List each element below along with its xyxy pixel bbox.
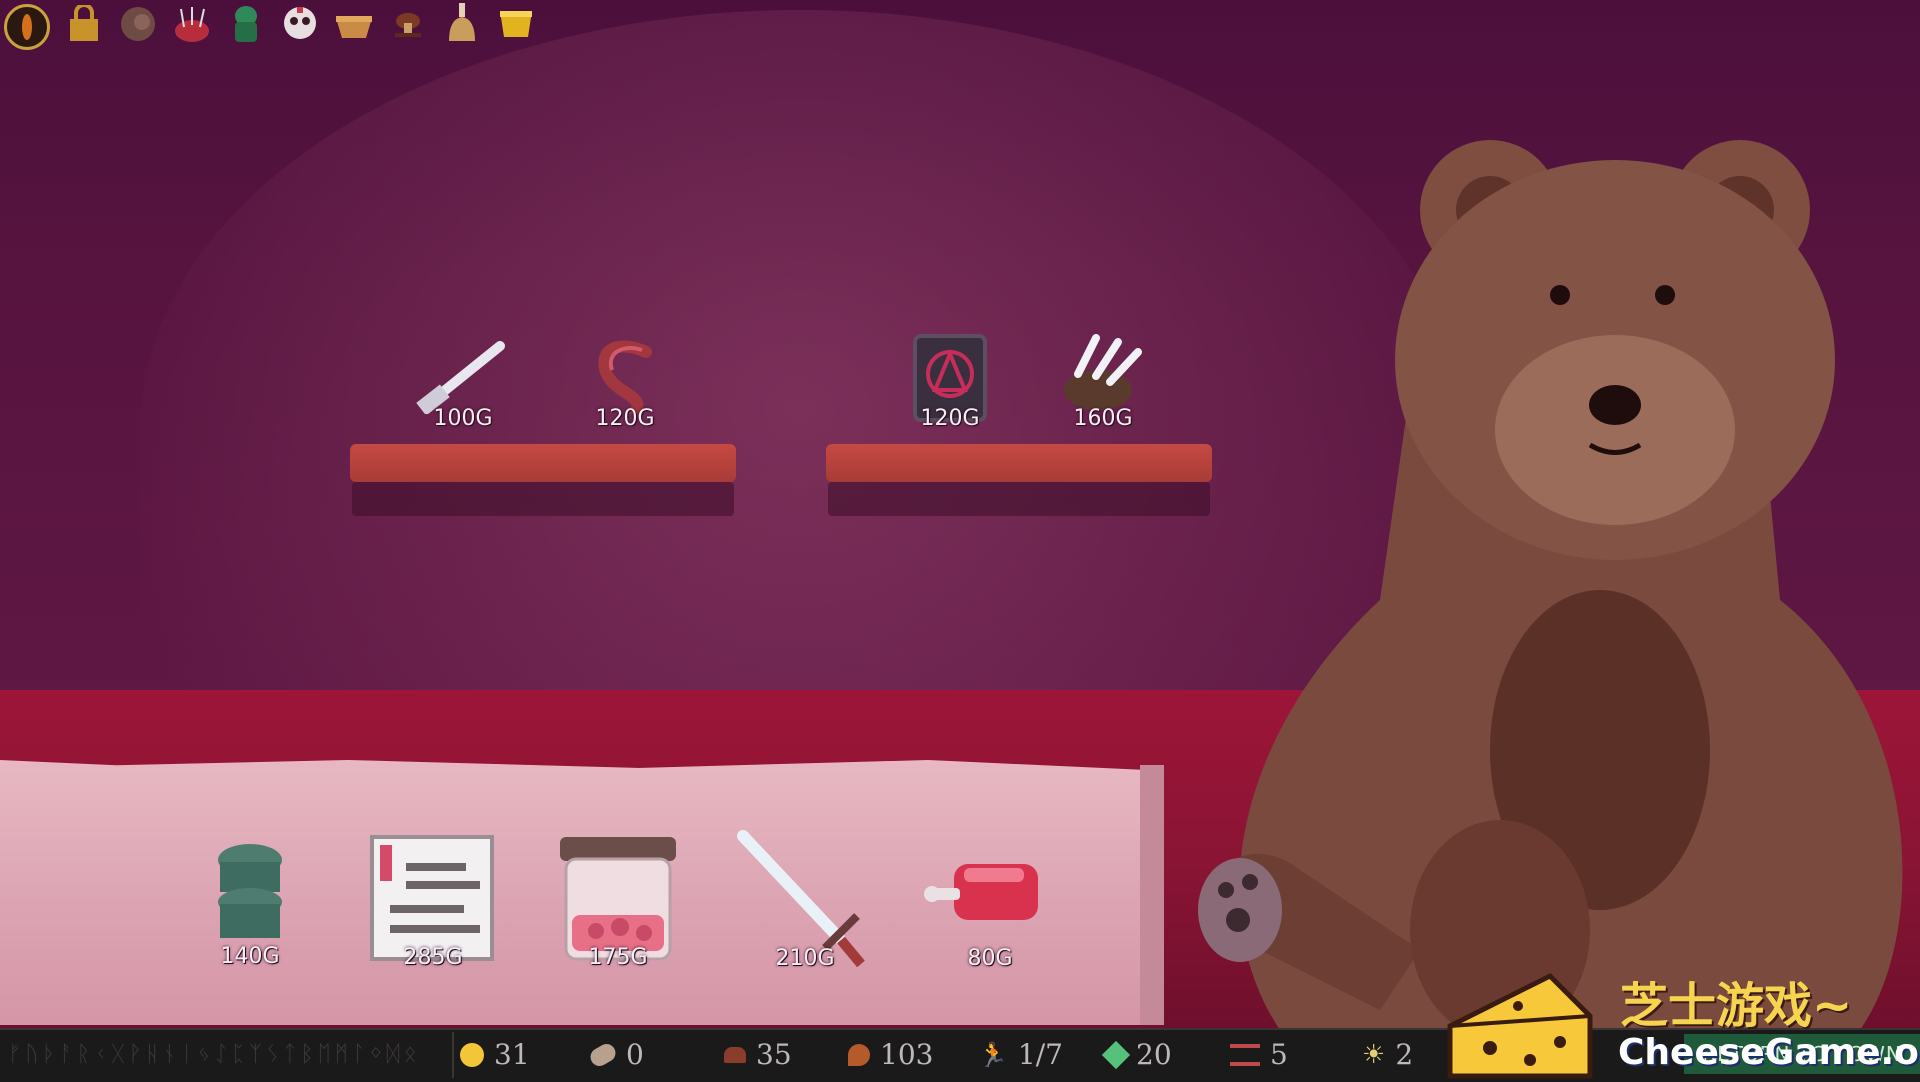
price-label: 80G bbox=[967, 946, 1013, 971]
claw-icon bbox=[1064, 334, 1142, 410]
relic-bar bbox=[0, 0, 540, 58]
left-shelf bbox=[350, 444, 736, 482]
crystal-icon bbox=[1101, 1040, 1131, 1069]
price-label: 175G bbox=[588, 945, 648, 970]
hat-icon bbox=[724, 1046, 746, 1063]
bars-icon bbox=[1230, 1043, 1260, 1066]
basket-icon[interactable] bbox=[334, 4, 374, 44]
eye-icon[interactable] bbox=[4, 4, 50, 50]
price-label: 100G bbox=[433, 406, 493, 431]
shelf-item-claw[interactable]: 160G bbox=[1048, 334, 1158, 434]
bars-count: 5 bbox=[1270, 1038, 1288, 1071]
watermark-url: CheeseGame.org bbox=[1618, 1032, 1920, 1073]
hat-count: 35 bbox=[756, 1038, 792, 1071]
counter-item-jar[interactable]: 175G bbox=[556, 835, 680, 975]
shop-scene: 100G 120G 120G 160G 140G 285G 175G 210G … bbox=[0, 0, 1920, 1080]
hammer-icon bbox=[416, 341, 505, 416]
price-label: 140G bbox=[220, 944, 280, 969]
stat-sun: ☀ 2 bbox=[1362, 1038, 1413, 1071]
gold-count: 31 bbox=[494, 1038, 530, 1071]
stat-bars: 5 bbox=[1230, 1038, 1288, 1071]
counter-item-raw-meat[interactable]: 80G bbox=[920, 850, 1060, 980]
mask-icon[interactable] bbox=[280, 4, 320, 44]
price-label: 120G bbox=[595, 406, 655, 431]
bell-icon[interactable] bbox=[442, 3, 482, 44]
stat-hat: 35 bbox=[724, 1038, 792, 1071]
meat-leg-icon bbox=[848, 1043, 870, 1066]
shelf-item-hook[interactable]: 120G bbox=[570, 334, 680, 434]
pincushion-icon[interactable] bbox=[172, 4, 212, 44]
hook-icon bbox=[598, 340, 652, 418]
shelf-item-hammer[interactable]: 100G bbox=[408, 334, 518, 434]
shelf-item-rune-tablet[interactable]: 120G bbox=[895, 334, 1005, 434]
crystal-count: 20 bbox=[1136, 1038, 1172, 1071]
price-label: 160G bbox=[1073, 406, 1133, 431]
runner-count: 1/7 bbox=[1017, 1038, 1063, 1071]
stacked-stones-icon bbox=[218, 844, 282, 938]
price-label: 120G bbox=[920, 406, 980, 431]
bear-shopkeeper bbox=[1198, 140, 1903, 1030]
meat-count: 103 bbox=[880, 1038, 934, 1071]
counter-item-stacked-stones[interactable]: 140G bbox=[200, 840, 300, 970]
watermark-title: 芝士游戏~ bbox=[1620, 978, 1853, 1034]
price-label: 285G bbox=[403, 945, 463, 970]
stone-icon[interactable] bbox=[118, 4, 158, 44]
stat-crystal: 20 bbox=[1101, 1038, 1172, 1071]
price-label: 210G bbox=[775, 946, 835, 971]
rune-strip: ᚠᚢᚦᚨᚱᚲᚷᚹᚺᚾᛁᛃᛇᛈᛉᛊᛏᛒᛖᛗᛚᛜᛞᛟ bbox=[8, 1042, 421, 1067]
watermark: 芝士游戏~ CheeseGame.org bbox=[1440, 960, 1920, 1080]
counter-item-scroll[interactable]: 285G bbox=[366, 835, 500, 975]
bread-icon bbox=[587, 1040, 619, 1069]
counter-edge bbox=[1140, 765, 1164, 1025]
lock-icon[interactable] bbox=[64, 4, 104, 44]
mushroom-icon[interactable] bbox=[388, 4, 428, 44]
bread-count: 0 bbox=[626, 1038, 644, 1071]
runner-icon: 🏃 bbox=[978, 1040, 1008, 1069]
right-shelf bbox=[826, 444, 1212, 482]
cup-icon[interactable] bbox=[496, 4, 536, 44]
cthulhu-idol-icon[interactable] bbox=[226, 4, 266, 44]
stat-meat: 103 bbox=[848, 1038, 933, 1071]
raw-meat-icon bbox=[924, 864, 1038, 920]
sun-icon: ☀ bbox=[1362, 1039, 1386, 1070]
stat-runner: 🏃 1/7 bbox=[978, 1038, 1063, 1071]
gold-coin-icon bbox=[460, 1042, 484, 1067]
stat-gold: 31 bbox=[460, 1038, 530, 1071]
counter-item-sword[interactable]: 210G bbox=[735, 830, 875, 980]
cheese-icon bbox=[1447, 972, 1593, 1079]
stat-bread: 0 bbox=[587, 1038, 644, 1071]
sun-count: 2 bbox=[1395, 1038, 1414, 1071]
